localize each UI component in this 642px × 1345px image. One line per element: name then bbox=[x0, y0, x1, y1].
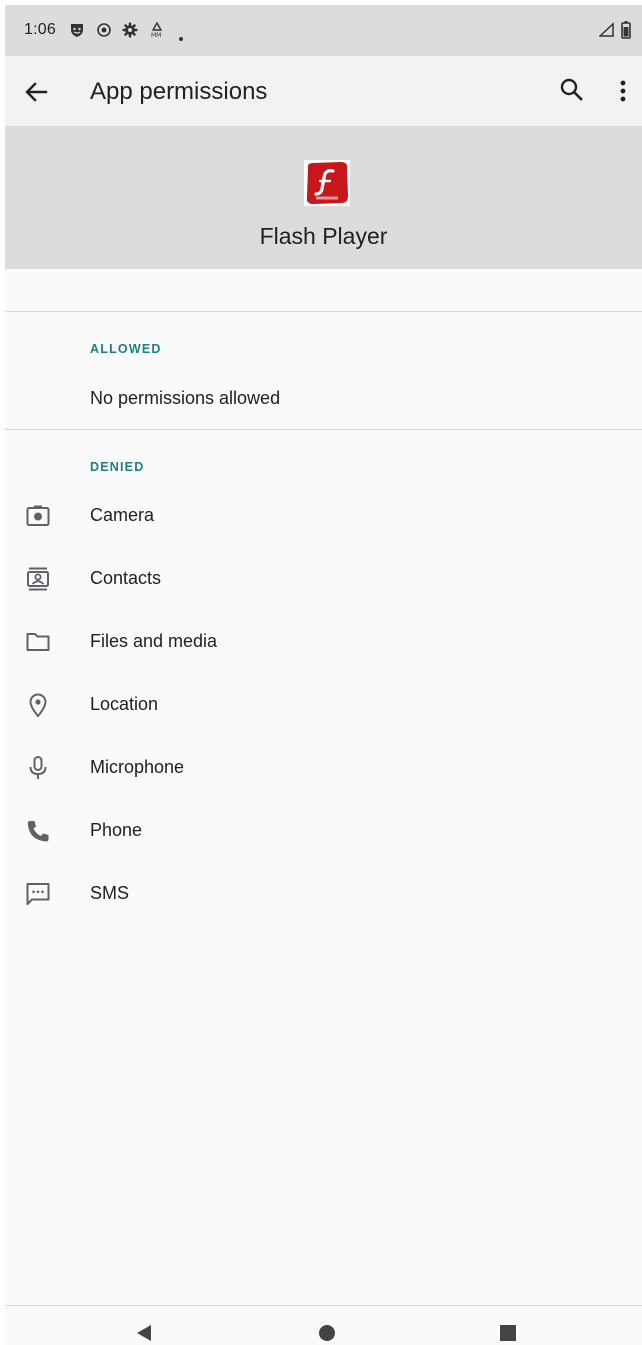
gear-icon bbox=[122, 22, 138, 43]
permission-label: Contacts bbox=[90, 568, 162, 588]
app-bar: App permissions bbox=[5, 56, 642, 126]
phone-icon bbox=[25, 818, 51, 844]
back-button[interactable] bbox=[20, 76, 52, 108]
nav-home-button[interactable] bbox=[318, 1324, 336, 1345]
denied-section-header: DENIED bbox=[90, 460, 145, 474]
search-button[interactable] bbox=[558, 76, 586, 104]
sms-icon bbox=[25, 881, 51, 907]
nav-recents-button[interactable] bbox=[500, 1325, 516, 1345]
shield-face-icon bbox=[69, 22, 85, 43]
signal-icon bbox=[598, 22, 615, 43]
camera-icon bbox=[25, 503, 51, 529]
arrow-back-icon bbox=[25, 82, 48, 102]
permission-item-files-and-media[interactable]: Files and media bbox=[5, 611, 642, 673]
location-pin-icon bbox=[25, 692, 51, 718]
permission-label: Files and media bbox=[90, 631, 218, 651]
flash-player-app-icon bbox=[304, 160, 350, 206]
more-vert-icon bbox=[620, 80, 626, 102]
permission-item-sms[interactable]: SMS bbox=[5, 863, 642, 925]
mm-icon: MM bbox=[149, 21, 165, 43]
permission-item-microphone[interactable]: Microphone bbox=[5, 737, 642, 799]
allowed-section-header: ALLOWED bbox=[90, 342, 162, 356]
permission-label: Microphone bbox=[90, 757, 185, 777]
permission-label: Phone bbox=[90, 820, 143, 840]
permission-item-camera[interactable]: Camera bbox=[5, 485, 642, 547]
battery-icon bbox=[621, 21, 631, 44]
page-title: App permissions bbox=[90, 78, 268, 105]
search-icon bbox=[560, 78, 583, 101]
permission-item-phone[interactable]: Phone bbox=[5, 800, 642, 862]
home-circle-icon bbox=[319, 1325, 335, 1341]
recents-square-icon bbox=[500, 1325, 516, 1341]
divider bbox=[5, 429, 642, 430]
app-info-header: Flash Player bbox=[5, 126, 642, 269]
status-bar: 1:06 MM bbox=[5, 5, 642, 56]
more-options-button[interactable] bbox=[613, 76, 633, 106]
folder-icon bbox=[25, 629, 51, 655]
permission-item-contacts[interactable]: Contacts bbox=[5, 548, 642, 610]
permission-label: SMS bbox=[90, 883, 130, 903]
permission-label: Location bbox=[90, 694, 159, 714]
microphone-icon bbox=[25, 755, 51, 781]
nav-back-button[interactable] bbox=[135, 1324, 153, 1345]
permission-label: Camera bbox=[90, 505, 155, 525]
contacts-icon bbox=[25, 566, 51, 592]
svg-text:MM: MM bbox=[151, 32, 161, 38]
dot-icon bbox=[179, 28, 183, 46]
permission-item-location[interactable]: Location bbox=[5, 674, 642, 736]
screen: 1:06 MM App permissions Flash Player ALL… bbox=[5, 5, 642, 1345]
status-time: 1:06 bbox=[24, 21, 56, 38]
record-icon bbox=[96, 22, 112, 43]
no-permissions-allowed-text: No permissions allowed bbox=[90, 388, 281, 408]
system-nav-bar bbox=[5, 1305, 642, 1345]
divider bbox=[5, 311, 642, 312]
app-name: Flash Player bbox=[259, 223, 388, 249]
back-triangle-icon bbox=[137, 1325, 151, 1341]
